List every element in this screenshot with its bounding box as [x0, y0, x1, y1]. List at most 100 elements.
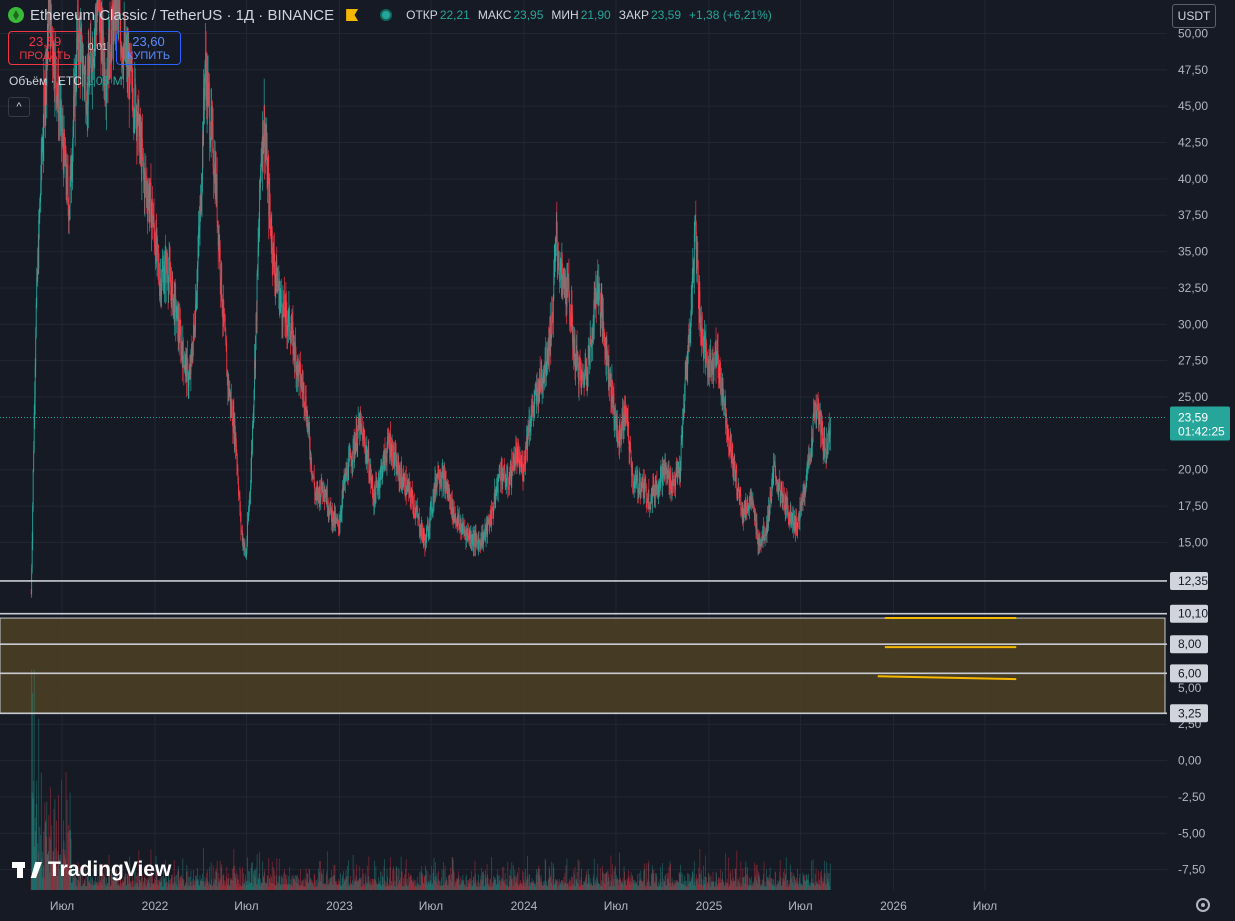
level-price-label: 3,25 [1178, 706, 1202, 720]
level-price-label: 6,00 [1178, 666, 1202, 680]
level-price-label: 8,00 [1178, 637, 1202, 651]
tradingview-wordmark: TradingView [48, 858, 172, 881]
price-chart[interactable]: 50,00 47,50 45,00 42,50 40,00 37,50 35,00 32,50… [0, 0, 1235, 921]
price-tick-label: 25,00 [1178, 390, 1208, 404]
level-price-label: 12,35 [1178, 574, 1208, 588]
candle-body [552, 299, 554, 323]
candle-body [141, 138, 143, 156]
price-tick-label: 30,00 [1178, 317, 1208, 331]
volume-legend[interactable]: Объём · ETC 1,05 M [9, 74, 123, 88]
time-axis[interactable]: Июл 2022 Июл 2023 Июл 2024 Июл 2025 Июл 2026 Июл [50, 899, 997, 913]
candle-body [558, 262, 560, 273]
high-value: 23,95 [513, 8, 544, 22]
price-tick-label: 40,00 [1178, 172, 1208, 186]
candle-body [648, 490, 650, 509]
candle-body [578, 362, 580, 385]
candle-body [824, 438, 826, 450]
ohlc-values: ОТКР 22,21 МАКС 23,95 МИН 21,90 ЗАКР 23,59 +… [406, 8, 778, 22]
open-value: 22,21 [439, 8, 470, 22]
volume-bar [725, 852, 727, 890]
currency-selector[interactable]: USDT [1172, 4, 1216, 28]
etc-coin-icon [8, 7, 24, 23]
level-price-label: 10,10 [1178, 607, 1208, 621]
support-zone-rect [0, 617, 1166, 714]
close-label: ЗАКР [618, 8, 649, 22]
candle-body [827, 433, 829, 449]
volume-bar [491, 857, 493, 890]
candle-body [280, 290, 282, 305]
candle-body [507, 472, 509, 489]
candle-body [577, 354, 579, 378]
price-tick-label: 27,50 [1178, 354, 1208, 368]
spread-value: 0,01 [88, 42, 108, 53]
candle-body [256, 273, 258, 321]
price-tick-label: 42,50 [1178, 136, 1208, 150]
time-tick-label: Июл [973, 899, 997, 913]
volume-value: 1,05 M [85, 74, 123, 88]
price-tick-label: 17,50 [1178, 499, 1208, 513]
high-label: МАКС [477, 8, 512, 22]
settings-icon[interactable] [1196, 898, 1210, 912]
flag-icon[interactable] [346, 9, 359, 21]
market-open-icon [380, 9, 393, 21]
volume-bar [648, 860, 650, 890]
volume-bar [252, 862, 253, 890]
price-tick-label: 15,00 [1178, 535, 1208, 549]
volume-bar [699, 848, 701, 890]
low-value: 21,90 [580, 8, 611, 22]
price-axis[interactable]: 50,00 47,50 45,00 42,50 40,00 37,50 35,00 32,50… [1170, 26, 1230, 877]
candle-body [219, 248, 221, 279]
candle-body [713, 353, 715, 367]
candle-body [763, 524, 765, 540]
price-tick-label: 5,00 [1178, 681, 1202, 695]
price-tick-label: 0,00 [1178, 754, 1202, 768]
candle-body [35, 335, 37, 367]
candle-body [497, 480, 499, 493]
time-tick-label: 2025 [696, 899, 723, 913]
candle-body [730, 437, 732, 453]
candle-body [681, 437, 683, 444]
volume-bar [352, 854, 354, 890]
time-tick-label: Июл [419, 899, 443, 913]
volume-bar [326, 851, 328, 890]
candle-body [697, 279, 699, 288]
collapse-legend-button[interactable]: ^ [8, 97, 30, 117]
candle-body [338, 520, 339, 528]
candle-body [592, 340, 594, 343]
candle-body [682, 423, 684, 435]
sell-button[interactable]: 23,59 ПРОДАТЬ [8, 31, 82, 65]
time-tick-label: Июл [50, 899, 74, 913]
candle-body [216, 178, 218, 223]
price-tick-label: 47,50 [1178, 63, 1208, 77]
volume-bar [829, 863, 831, 890]
candle-body [361, 430, 363, 433]
candle-body [33, 450, 35, 471]
candle-body [290, 334, 292, 343]
candle-body [269, 212, 271, 219]
price-tick-label: 32,50 [1178, 281, 1208, 295]
buy-button[interactable]: 23,60 КУПИТЬ [116, 31, 181, 65]
price-tick-label: 37,50 [1178, 208, 1208, 222]
volume-bar [216, 860, 218, 890]
candle-body [32, 470, 34, 506]
candle-body [330, 501, 332, 510]
volume-bar [578, 860, 580, 890]
grid-lines [0, 0, 1167, 890]
candle-body [426, 530, 427, 544]
change-value: +1,38 (+6,21%) [689, 8, 772, 22]
candle-body [829, 417, 831, 436]
candle-body [413, 502, 415, 514]
candle-body [404, 475, 406, 493]
volume-bar [390, 857, 391, 890]
tradingview-icon [12, 859, 42, 881]
candle-body [392, 444, 393, 463]
price-tick-label: 50,00 [1178, 26, 1208, 40]
candle-body [473, 537, 475, 547]
candle-body [335, 516, 337, 519]
time-tick-label: Июл [788, 899, 812, 913]
symbol-title[interactable]: Ethereum Classic / TetherUS · 1Д · BINAN… [30, 7, 334, 24]
candle-body [478, 539, 479, 550]
candle-body [170, 282, 172, 287]
price-tick-label: 45,00 [1178, 99, 1208, 113]
tradingview-logo[interactable]: TradingView [12, 858, 171, 882]
